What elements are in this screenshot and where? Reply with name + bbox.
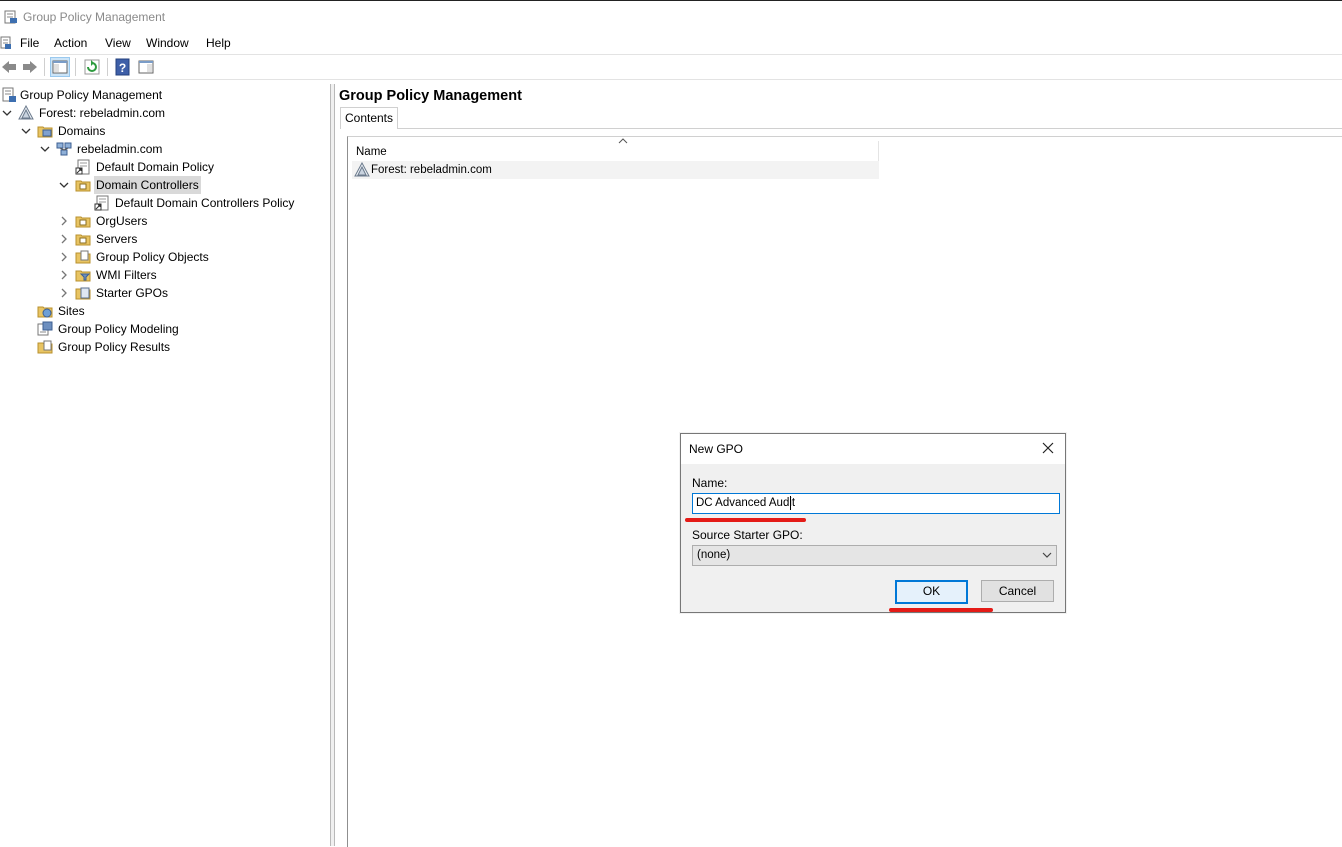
chevron-down-icon[interactable]: [20, 122, 32, 140]
tree-label: Forest: rebeladmin.com: [39, 106, 166, 120]
refresh-icon[interactable]: [83, 58, 101, 76]
gpo-link-icon: [94, 195, 109, 211]
cancel-button[interactable]: Cancel: [981, 580, 1054, 602]
menubar: File Action View Window Help: [0, 33, 1342, 53]
gpmc-app-icon: [4, 10, 17, 24]
dialog-titlebar: New GPO: [681, 434, 1065, 464]
ou-folder-icon: [75, 216, 91, 228]
list-item[interactable]: Forest: rebeladmin.com: [352, 161, 879, 179]
sort-ascending-icon: [618, 138, 628, 144]
domains-folder-icon: [37, 126, 53, 138]
domain-icon: [56, 142, 72, 156]
window-titlebar: Group Policy Management: [0, 0, 1342, 33]
starter-gpo-value: (none): [697, 549, 731, 561]
tree-label: Group Policy Modeling: [58, 322, 179, 336]
chevron-down-icon[interactable]: [58, 176, 70, 194]
properties-pane-icon[interactable]: [137, 58, 155, 76]
chevron-down-icon[interactable]: [1, 104, 13, 122]
close-icon[interactable]: [1041, 441, 1055, 455]
starter-gpo-select[interactable]: (none): [692, 545, 1057, 566]
tree-label: OrgUsers: [96, 214, 148, 228]
toolbar-separator: [44, 58, 45, 76]
menu-file[interactable]: File: [20, 36, 39, 50]
tree-label: Sites: [58, 304, 85, 318]
chevron-right-icon[interactable]: [58, 248, 70, 266]
tree-label: Default Domain Controllers Policy: [115, 196, 295, 210]
forest-icon: [354, 162, 370, 177]
tree-label: Domains: [58, 124, 106, 138]
window-title: Group Policy Management: [23, 10, 166, 24]
tab-contents[interactable]: Contents: [340, 107, 398, 129]
svg-text:?: ?: [119, 61, 126, 75]
show-hide-tree-icon[interactable]: [50, 57, 70, 77]
forward-arrow-icon[interactable]: [21, 58, 39, 76]
forest-icon: [18, 105, 34, 120]
starter-gpo-label: Source Starter GPO:: [692, 528, 803, 542]
sites-folder-icon: [37, 306, 53, 318]
tree-label: Domain Controllers: [94, 176, 201, 194]
gpo-link-icon: [75, 159, 90, 175]
name-label: Name:: [692, 476, 728, 490]
annotation-underline-ok: [889, 608, 993, 612]
ou-folder-icon: [75, 180, 91, 192]
help-icon[interactable]: ?: [114, 58, 132, 76]
system-menu-icon[interactable]: [0, 36, 12, 50]
back-arrow-icon[interactable]: [0, 58, 18, 76]
wmi-filter-folder-icon: [75, 270, 91, 282]
tree-label: Starter GPOs: [96, 286, 169, 300]
chevron-right-icon[interactable]: [58, 284, 70, 302]
chevron-right-icon[interactable]: [58, 212, 70, 230]
chevron-down-icon[interactable]: [39, 140, 51, 158]
console-tree: Group Policy Management Forest: rebeladm…: [0, 84, 331, 846]
modeling-icon: [37, 321, 53, 336]
tree-label: WMI Filters: [96, 268, 157, 282]
tree-label: Default Domain Policy: [96, 160, 215, 174]
ou-folder-icon: [75, 234, 91, 246]
tree-label: rebeladmin.com: [77, 142, 163, 156]
gpo-folder-icon: [75, 250, 91, 264]
gpo-name-value: DC Advanced Audit: [696, 497, 796, 509]
toolbar-separator: [75, 58, 76, 76]
tree-label: Group Policy Management: [20, 88, 163, 102]
chevron-right-icon[interactable]: [58, 266, 70, 284]
starter-gpo-folder-icon: [75, 287, 91, 300]
tree-label: Group Policy Objects: [96, 250, 209, 264]
chevron-down-icon: [1042, 552, 1052, 558]
gpo-name-input[interactable]: DC Advanced Audit: [692, 493, 1060, 514]
menu-help[interactable]: Help: [206, 36, 231, 50]
text-caret: [790, 496, 791, 510]
chevron-right-icon[interactable]: [58, 230, 70, 248]
dialog-title: New GPO: [689, 442, 744, 456]
gpmc-icon: [2, 87, 16, 102]
annotation-underline-name: [685, 518, 806, 522]
new-gpo-dialog: New GPO Name: DC Advanced Audit Source S…: [680, 433, 1066, 613]
tree-label: Group Policy Results: [58, 340, 171, 354]
toolbar-separator: [107, 58, 108, 76]
list-item-label: Forest: rebeladmin.com: [371, 164, 492, 176]
tab-divider: [397, 128, 1342, 129]
column-label: Name: [356, 146, 387, 158]
tree-label: Servers: [96, 232, 138, 246]
page-title: Group Policy Management: [339, 88, 522, 104]
menu-view[interactable]: View: [105, 36, 131, 50]
column-header-name[interactable]: Name: [356, 138, 879, 162]
menu-action[interactable]: Action: [54, 36, 87, 50]
results-folder-icon: [37, 340, 53, 354]
menu-window[interactable]: Window: [146, 36, 189, 50]
toolbar: ?: [0, 54, 1342, 80]
ok-button[interactable]: OK: [895, 580, 968, 604]
